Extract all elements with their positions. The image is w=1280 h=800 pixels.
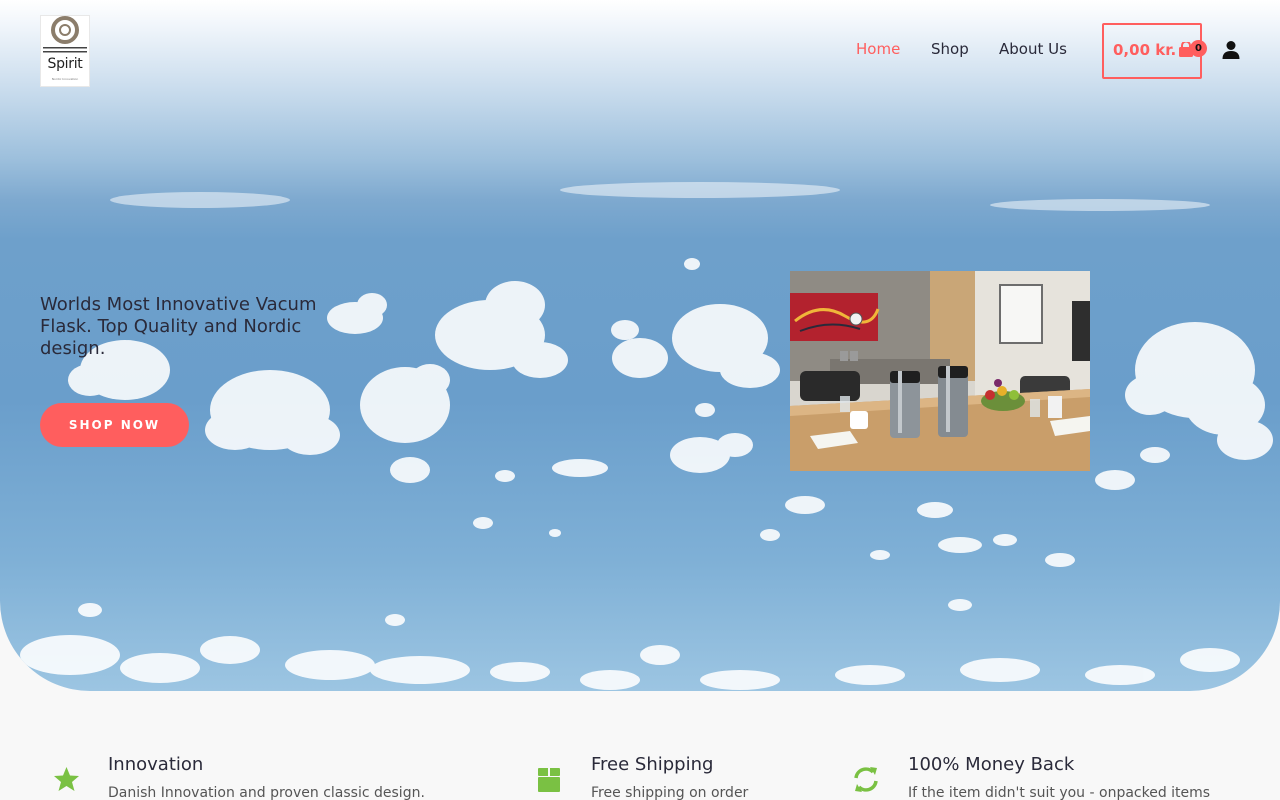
feature-moneyback-title: 100% Money Back: [908, 754, 1075, 775]
box-icon: [538, 768, 560, 792]
star-icon: [54, 767, 79, 791]
logo-wordmark: Spirit: [47, 56, 83, 72]
feature-shipping-description: Free shipping on order: [591, 785, 749, 800]
nav-about-link[interactable]: About Us: [999, 40, 1067, 62]
meeting-room-photo: [790, 271, 1090, 471]
feature-innovation-title: Innovation: [108, 754, 204, 775]
user-account-icon[interactable]: [1221, 40, 1241, 60]
site-header: Spirit Nordic Innovation Home Shop About…: [0, 0, 1280, 100]
hero-section: Worlds Most Innovative Vacum Flask. Top …: [0, 0, 1280, 691]
spirit-logo[interactable]: Spirit Nordic Innovation: [40, 15, 90, 87]
hero-headline: Worlds Most Innovative Vacum Flask. Top …: [40, 294, 317, 359]
feature-innovation-description: Danish Innovation and proven classic des…: [108, 785, 425, 800]
refresh-icon: [854, 767, 878, 792]
cart-total: 0,00 kr.: [1113, 41, 1177, 59]
logo-subtext: Nordic Innovation: [51, 77, 79, 81]
cart-count-badge: 0: [1190, 40, 1207, 57]
shop-now-button[interactable]: SHOP NOW: [40, 403, 189, 447]
logo-rings-icon: [43, 16, 87, 53]
nav-home-link[interactable]: Home: [856, 40, 900, 62]
feature-shipping-title: Free Shipping: [591, 754, 714, 775]
cart-button[interactable]: 0,00 kr. 0: [1102, 23, 1207, 79]
feature-moneyback-description: If the item didn't suit you - onpacked i…: [908, 785, 1211, 800]
nav-shop-link[interactable]: Shop: [931, 40, 969, 62]
